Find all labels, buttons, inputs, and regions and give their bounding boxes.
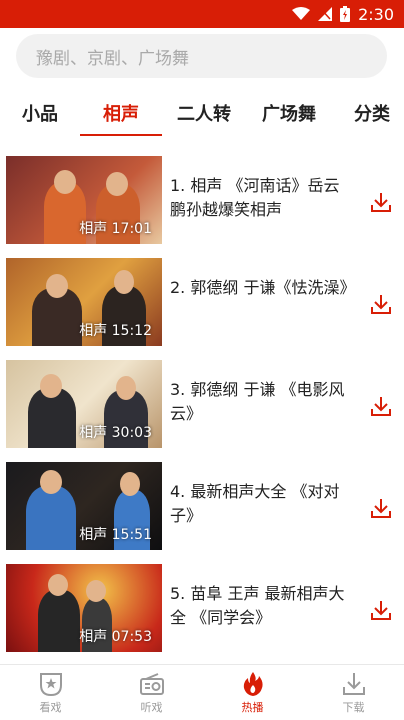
download-icon[interactable] — [369, 292, 393, 316]
status-bar: 2:30 — [0, 0, 404, 28]
video-thumbnail: 相声 07:53 — [6, 564, 162, 652]
list-item[interactable]: 相声 15:12 2. 郭德纲 于谦《怯洗澡》 — [0, 254, 404, 346]
tab-xiaopin[interactable]: 小品 — [14, 90, 66, 136]
list-item[interactable]: 相声 17:01 1. 相声 《河南话》岳云鹏孙越爆笑相声 — [0, 152, 404, 244]
video-list: 相声 17:01 1. 相声 《河南话》岳云鹏孙越爆笑相声 相声 15:12 2… — [0, 150, 404, 664]
header: 豫剧、京剧、广场舞 — [0, 28, 404, 90]
tab-guangchangwu[interactable]: 广场舞 — [254, 90, 324, 136]
tab-xiangsheng[interactable]: 相声 — [80, 90, 162, 136]
list-item[interactable]: 相声 30:03 3. 郭德纲 于谦 《电影风云》 — [0, 356, 404, 448]
download-icon[interactable] — [369, 598, 393, 622]
video-thumbnail: 相声 17:01 — [6, 156, 162, 244]
video-title: 4. 最新相声大全 《对对子》 — [170, 482, 340, 525]
video-duration: 相声 07:53 — [79, 629, 152, 645]
download-icon[interactable] — [369, 496, 393, 520]
wifi-icon — [292, 7, 311, 20]
battery-icon — [340, 6, 351, 22]
download-icon — [342, 672, 365, 695]
download-icon[interactable] — [369, 190, 393, 214]
video-title: 1. 相声 《河南话》岳云鹏孙越爆笑相声 — [170, 176, 340, 219]
tab-fenlei[interactable]: 分类 — [346, 90, 398, 136]
nav-label: 热播 — [241, 700, 264, 714]
video-duration: 相声 17:01 — [79, 221, 152, 237]
status-time: 2:30 — [358, 4, 394, 24]
video-title: 3. 郭德纲 于谦 《电影风云》 — [170, 380, 345, 423]
video-duration: 相声 30:03 — [79, 425, 152, 441]
list-item[interactable]: 相声 07:53 5. 苗阜 王声 最新相声大全 《同学会》 — [0, 560, 404, 652]
search-input[interactable]: 豫剧、京剧、广场舞 — [16, 34, 387, 78]
active-tab-indicator — [80, 134, 162, 136]
video-title: 5. 苗阜 王声 最新相声大全 《同学会》 — [170, 584, 345, 627]
video-title: 2. 郭德纲 于谦《怯洗澡》 — [170, 278, 356, 297]
list-item[interactable]: 相声 15:51 4. 最新相声大全 《对对子》 — [0, 458, 404, 550]
nav-label: 听戏 — [140, 700, 163, 714]
signal-icon — [318, 7, 333, 21]
nav-rebo[interactable]: 热播 — [202, 665, 303, 720]
nav-tingxi[interactable]: 听戏 — [101, 665, 202, 720]
opera-mask-icon — [39, 672, 62, 696]
nav-xiazai[interactable]: 下载 — [303, 665, 404, 720]
category-tabs: 小品 相声 二人转 广场舞 分类 — [0, 90, 404, 140]
video-duration: 相声 15:51 — [79, 527, 152, 543]
video-duration: 相声 15:12 — [79, 323, 152, 339]
nav-label: 看戏 — [39, 700, 62, 714]
tab-errenzhuan[interactable]: 二人转 — [172, 90, 236, 136]
nav-label: 下载 — [342, 700, 365, 714]
flame-icon — [243, 671, 263, 696]
video-thumbnail: 相声 30:03 — [6, 360, 162, 448]
video-thumbnail: 相声 15:51 — [6, 462, 162, 550]
nav-kanxi[interactable]: 看戏 — [0, 665, 101, 720]
bottom-nav: 看戏 听戏 热播 下载 — [0, 665, 404, 720]
download-icon[interactable] — [369, 394, 393, 418]
video-thumbnail: 相声 15:12 — [6, 258, 162, 346]
radio-icon — [139, 672, 164, 695]
